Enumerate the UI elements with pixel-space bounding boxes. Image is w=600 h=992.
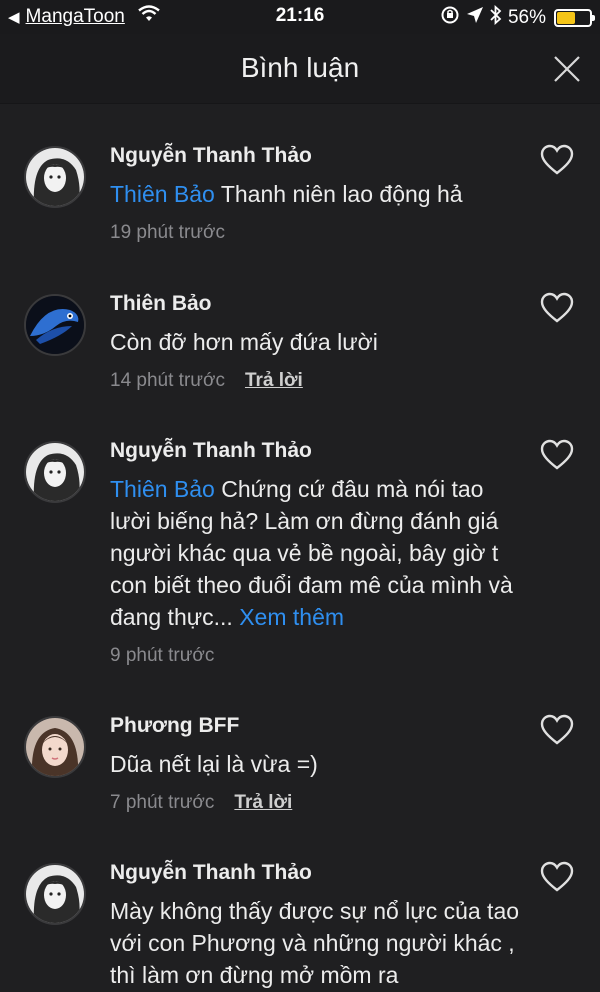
comment-body: Dũa nết lại là vừa =) <box>110 751 318 777</box>
mention-link[interactable]: Thiên Bảo <box>110 476 215 502</box>
comment-body: Còn đỡ hơn mấy đứa lười <box>110 329 378 355</box>
bluetooth-icon <box>490 4 502 31</box>
status-bar: ◀ MangaToon 21:16 56% <box>0 0 600 34</box>
heart-icon <box>540 292 574 323</box>
like-button[interactable] <box>540 292 574 324</box>
avatar[interactable] <box>24 146 86 208</box>
comment-body: Mày không thấy được sự nổ lực của tao vớ… <box>110 898 520 988</box>
battery-level <box>557 12 575 24</box>
comment-author[interactable]: Nguyễn Thanh Thảo <box>110 144 530 168</box>
avatar[interactable] <box>24 716 86 778</box>
like-button[interactable] <box>540 144 574 176</box>
comment-time: 19 phút trước <box>110 222 225 243</box>
heart-icon <box>540 861 574 892</box>
close-button[interactable] <box>552 54 582 84</box>
comment-author[interactable]: Phương BFF <box>110 714 530 738</box>
comment-time: 7 phút trước <box>110 792 215 813</box>
reply-button[interactable]: Trả lời <box>245 370 303 392</box>
like-button[interactable] <box>540 714 574 746</box>
comment-author[interactable]: Thiên Bảo <box>110 292 530 316</box>
location-icon <box>466 6 484 30</box>
heart-icon <box>540 144 574 175</box>
comments-header: Bình luận <box>0 34 600 104</box>
heart-icon <box>540 714 574 745</box>
like-button[interactable] <box>540 861 574 893</box>
avatar[interactable] <box>24 441 86 503</box>
heart-icon <box>540 439 574 470</box>
battery-percent: 56% <box>507 7 546 28</box>
comment-time: 9 phút trước <box>110 645 215 666</box>
reply-button[interactable]: Trả lời <box>234 792 292 814</box>
comment-text: Thiên Bảo Chứng cứ đâu mà nói tao lười b… <box>110 473 530 633</box>
mention-link[interactable]: Thiên Bảo <box>110 181 215 207</box>
avatar[interactable] <box>24 863 86 925</box>
battery-icon <box>554 9 595 27</box>
comment-author[interactable]: Nguyễn Thanh Thảo <box>110 439 530 463</box>
avatar[interactable] <box>24 294 86 356</box>
like-button[interactable] <box>540 439 574 471</box>
comment-text: Thiên Bảo Thanh niên lao động hả <box>110 178 530 210</box>
comment-time: 14 phút trước <box>110 370 225 391</box>
see-more-link[interactable]: Xem thêm <box>239 604 344 630</box>
comment-author[interactable]: Nguyễn Thanh Thảo <box>110 861 530 885</box>
orientation-lock-icon <box>440 5 460 31</box>
comment-body: Thanh niên lao động hả <box>214 181 463 207</box>
close-icon <box>554 56 580 82</box>
page-title: Bình luận <box>240 52 360 83</box>
